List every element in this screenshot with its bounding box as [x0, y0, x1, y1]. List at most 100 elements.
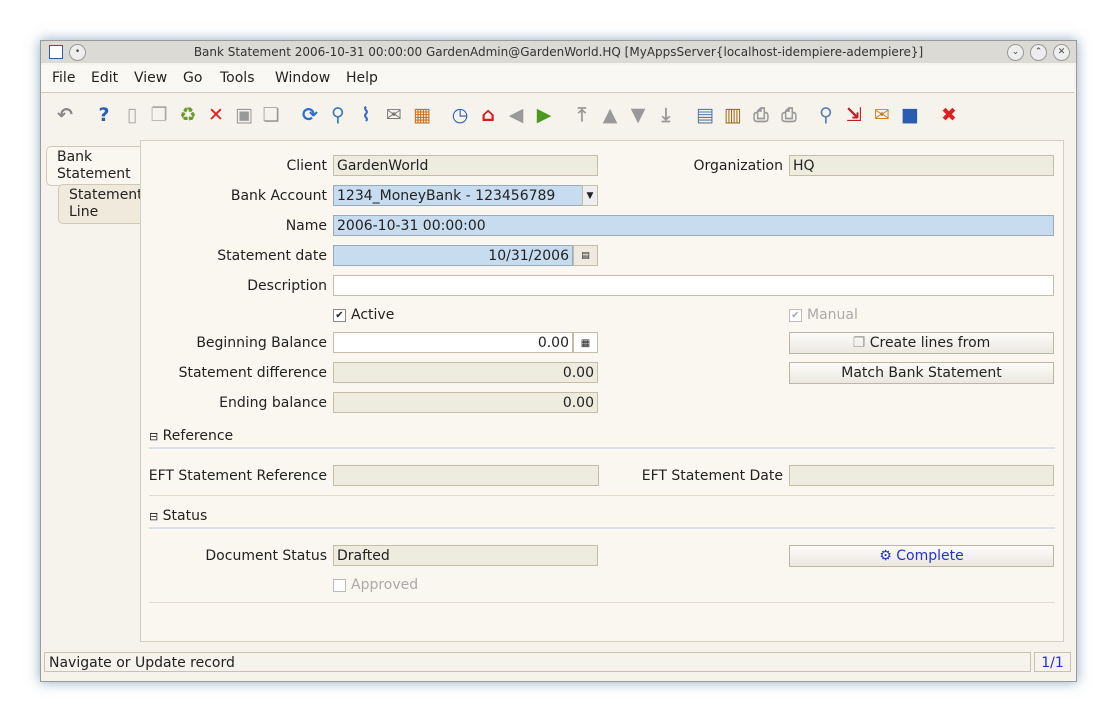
checkmark-icon: ✔	[333, 308, 346, 322]
delete-icon[interactable]: ✕	[204, 103, 228, 127]
statement-date-label: Statement date	[217, 248, 327, 264]
active-label: Active	[351, 307, 395, 323]
description-field[interactable]	[333, 275, 1054, 296]
sticky-icon[interactable]: •	[69, 44, 86, 61]
workflow-icon[interactable]: ⇲	[842, 103, 866, 127]
ending-balance-label: Ending balance	[219, 395, 327, 411]
client-field[interactable]: GardenWorld	[333, 155, 598, 176]
ending-balance-field[interactable]: 0.00	[333, 392, 598, 413]
minimize-button[interactable]: ⌄	[1007, 44, 1024, 61]
active-checkbox[interactable]: ✔ Active	[333, 307, 394, 323]
save-multiple-icon[interactable]: ❏	[259, 103, 283, 127]
print-icon[interactable]: ⎙	[777, 103, 801, 127]
close-button[interactable]: ✕	[1053, 44, 1070, 61]
save-icon[interactable]: ▣	[232, 103, 256, 127]
statement-date-field[interactable]: 10/31/2006	[333, 245, 573, 266]
eft-date-field[interactable]	[789, 465, 1054, 486]
approved-checkbox: Approved	[333, 577, 418, 593]
menu-bar: File Edit View Go Tools Window Help	[41, 65, 1074, 93]
application-window: • Bank Statement 2006-10-31 00:00:00 Gar…	[40, 40, 1077, 682]
calendar-icon[interactable]: ▤	[573, 245, 598, 266]
dropdown-arrow-icon[interactable]: ▼	[582, 185, 598, 206]
name-label: Name	[285, 218, 327, 234]
divider	[149, 495, 1055, 496]
attachment-icon[interactable]: ⌇	[354, 103, 378, 127]
button-label: Complete	[896, 548, 964, 564]
calendar-icon[interactable]: ▦	[410, 103, 434, 127]
beginning-balance-label: Beginning Balance	[196, 335, 327, 351]
create-lines-from-button[interactable]: ❐ Create lines from	[789, 332, 1054, 354]
previous-record-icon[interactable]: ◀	[504, 103, 528, 127]
section-title: Status	[162, 508, 208, 524]
window-title: Bank Statement 2006-10-31 00:00:00 Garde…	[193, 45, 924, 59]
statement-difference-field[interactable]: 0.00	[333, 362, 598, 383]
name-field[interactable]: 2006-10-31 00:00:00	[333, 215, 1054, 236]
home-icon[interactable]: ⌂	[476, 103, 500, 127]
checkbox-box	[333, 578, 346, 592]
archive-icon[interactable]: ▥	[721, 103, 745, 127]
menu-view[interactable]: View	[134, 70, 167, 86]
description-label: Description	[247, 278, 327, 294]
status-message: Navigate or Update record	[44, 652, 1031, 672]
bank-account-combo[interactable]: 1234_MoneyBank - 123456789	[333, 185, 583, 206]
maximize-button[interactable]: ⌃	[1030, 44, 1047, 61]
record-indicator[interactable]: 1/1	[1034, 652, 1071, 672]
menu-go[interactable]: Go	[183, 70, 202, 86]
statement-difference-label: Statement difference	[178, 365, 327, 381]
report-icon[interactable]: ▤	[693, 103, 717, 127]
gear-icon: ⚙	[879, 548, 892, 564]
copy-record-icon[interactable]: ❐	[147, 103, 171, 127]
chat-icon[interactable]: ✉	[382, 103, 406, 127]
client-label: Client	[286, 158, 327, 174]
zoom-across-icon[interactable]: ⚲	[814, 103, 838, 127]
eft-reference-label: EFT Statement Reference	[148, 468, 327, 484]
product-info-icon[interactable]: ■	[898, 103, 922, 127]
menu-tools[interactable]: Tools	[220, 70, 255, 86]
exit-icon[interactable]: ✖	[937, 103, 961, 127]
approved-label: Approved	[351, 577, 419, 593]
new-record-icon[interactable]: ▯	[120, 103, 144, 127]
delete-selection-icon[interactable]: ♻	[176, 103, 200, 127]
last-record-icon[interactable]: ⤓	[654, 103, 678, 127]
document-status-field[interactable]: Drafted	[333, 545, 598, 566]
document-status-label: Document Status	[205, 548, 327, 564]
button-label: Create lines from	[869, 335, 991, 351]
menu-edit[interactable]: Edit	[91, 70, 118, 86]
divider	[149, 602, 1055, 603]
menu-file[interactable]: File	[52, 70, 75, 86]
down-record-icon[interactable]: ▼	[626, 103, 650, 127]
organization-label: Organization	[693, 158, 783, 174]
reference-section-header[interactable]: ⊟ Reference	[149, 425, 1055, 449]
status-section-header[interactable]: ⊟ Status	[149, 505, 1055, 529]
undo-icon[interactable]: ↶	[53, 103, 77, 127]
document-icon: ❐	[852, 335, 866, 351]
help-icon[interactable]: ?	[92, 103, 116, 127]
up-record-icon[interactable]: ▲	[598, 103, 622, 127]
eft-date-label: EFT Statement Date	[641, 468, 783, 484]
refresh-icon[interactable]: ⟳	[298, 103, 322, 127]
checkmark-icon: ✔	[789, 308, 802, 322]
eft-reference-field[interactable]	[333, 465, 599, 486]
next-record-icon[interactable]: ▶	[532, 103, 556, 127]
match-bank-statement-button[interactable]: Match Bank Statement	[789, 362, 1054, 384]
section-title: Reference	[162, 428, 234, 444]
print-preview-icon[interactable]: ⎙	[749, 103, 773, 127]
complete-button[interactable]: ⚙ Complete	[789, 545, 1054, 567]
organization-field[interactable]: HQ	[789, 155, 1054, 176]
bank-account-label: Bank Account	[230, 188, 327, 204]
calculator-icon[interactable]: ▦	[573, 332, 598, 353]
find-icon[interactable]: ⚲	[326, 103, 350, 127]
manual-checkbox: ✔ Manual	[789, 307, 858, 323]
history-icon[interactable]: ◷	[448, 103, 472, 127]
collapse-icon[interactable]: ⊟	[149, 510, 158, 523]
form-panel: Client GardenWorld Organization HQ Bank …	[140, 140, 1064, 642]
manual-label: Manual	[807, 307, 858, 323]
beginning-balance-field[interactable]: 0.00	[333, 332, 573, 353]
title-bar: • Bank Statement 2006-10-31 00:00:00 Gar…	[41, 41, 1076, 63]
menu-window[interactable]: Window	[275, 70, 330, 86]
window-menu-icon[interactable]	[49, 45, 63, 59]
collapse-icon[interactable]: ⊟	[149, 430, 158, 443]
request-icon[interactable]: ✉	[870, 103, 894, 127]
first-record-icon[interactable]: ⤒	[570, 103, 594, 127]
menu-help[interactable]: Help	[346, 70, 378, 86]
